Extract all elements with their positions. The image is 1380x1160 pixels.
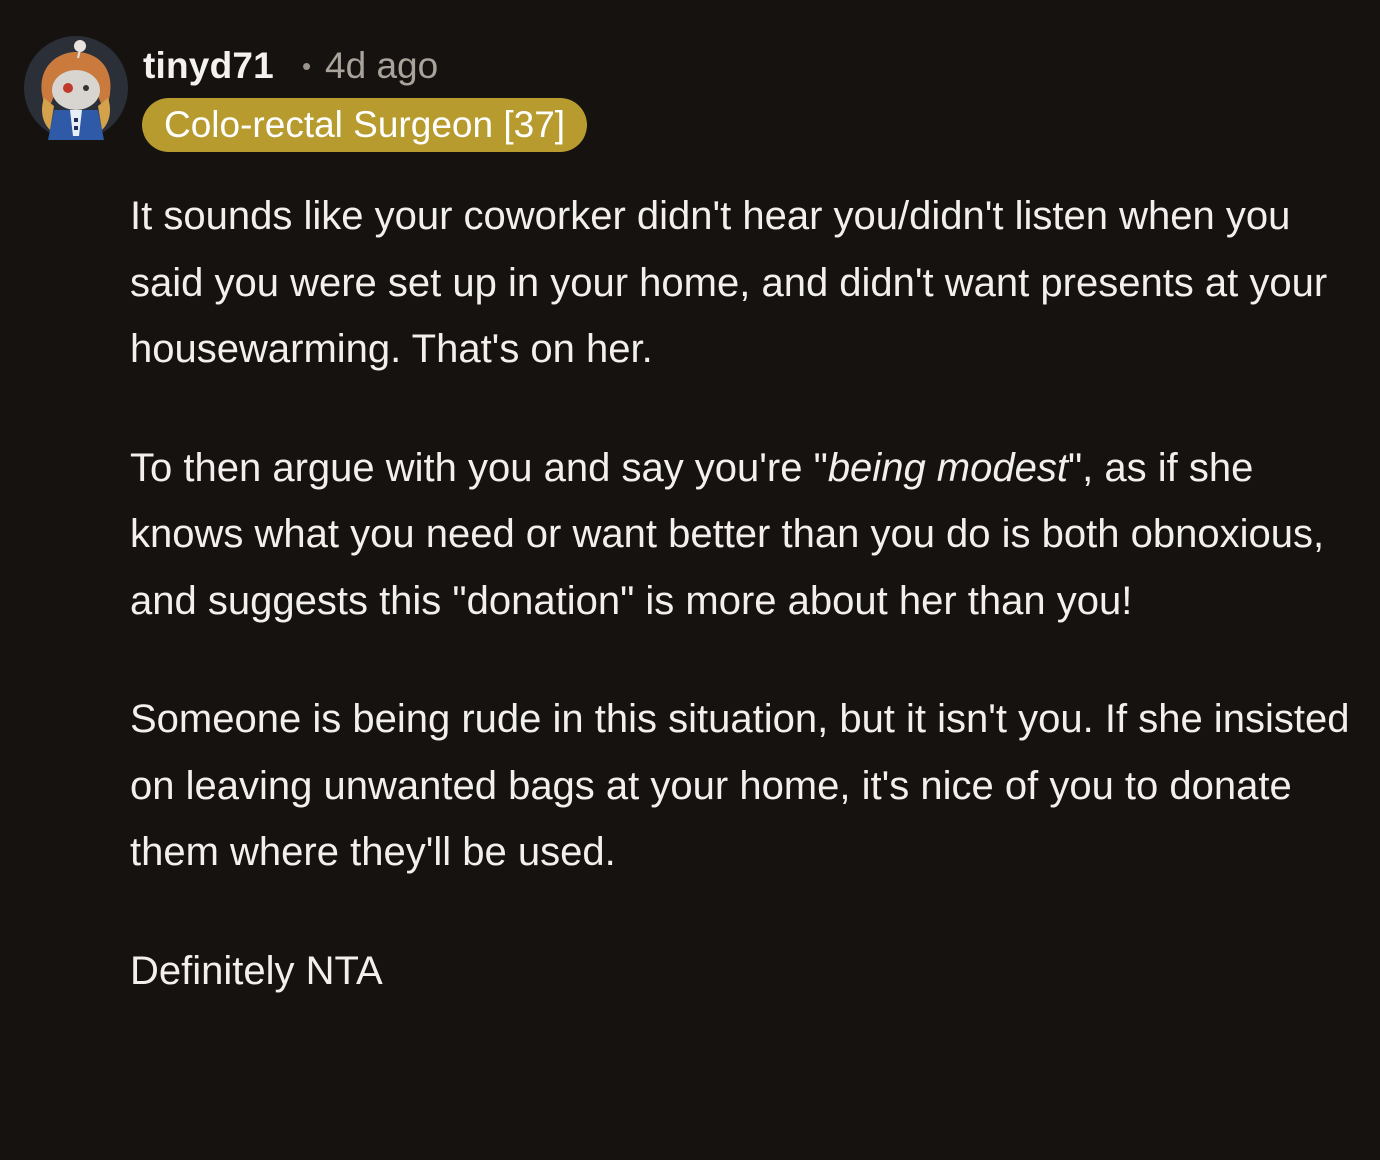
comment-paragraph: To then argue with you and say you're "b… (130, 435, 1350, 635)
user-flair-badge: Colo-rectal Surgeon [37] (142, 98, 588, 152)
comment-paragraph: It sounds like your coworker didn't hear… (130, 194, 1328, 371)
paragraph-text-segment: To then argue with you and say you're " (130, 445, 828, 490)
comment-timestamp[interactable]: 4d ago (325, 45, 438, 87)
user-avatar-icon[interactable] (24, 36, 128, 140)
comment-meta: tinyd71 • 4d ago (143, 42, 438, 90)
comment-body: It sounds like your coworker didn't hear… (130, 183, 1350, 1004)
comment-paragraph: Someone is being rude in this situation,… (130, 697, 1350, 874)
username-link[interactable]: tinyd71 (143, 45, 274, 87)
meta-separator: • (301, 50, 312, 81)
comment-paragraph: Definitely NTA (130, 948, 383, 993)
comment: tinyd71 • 4d ago Colo-rectal Surgeon [37… (0, 0, 1380, 1160)
emphasized-text: being modest (827, 445, 1068, 490)
